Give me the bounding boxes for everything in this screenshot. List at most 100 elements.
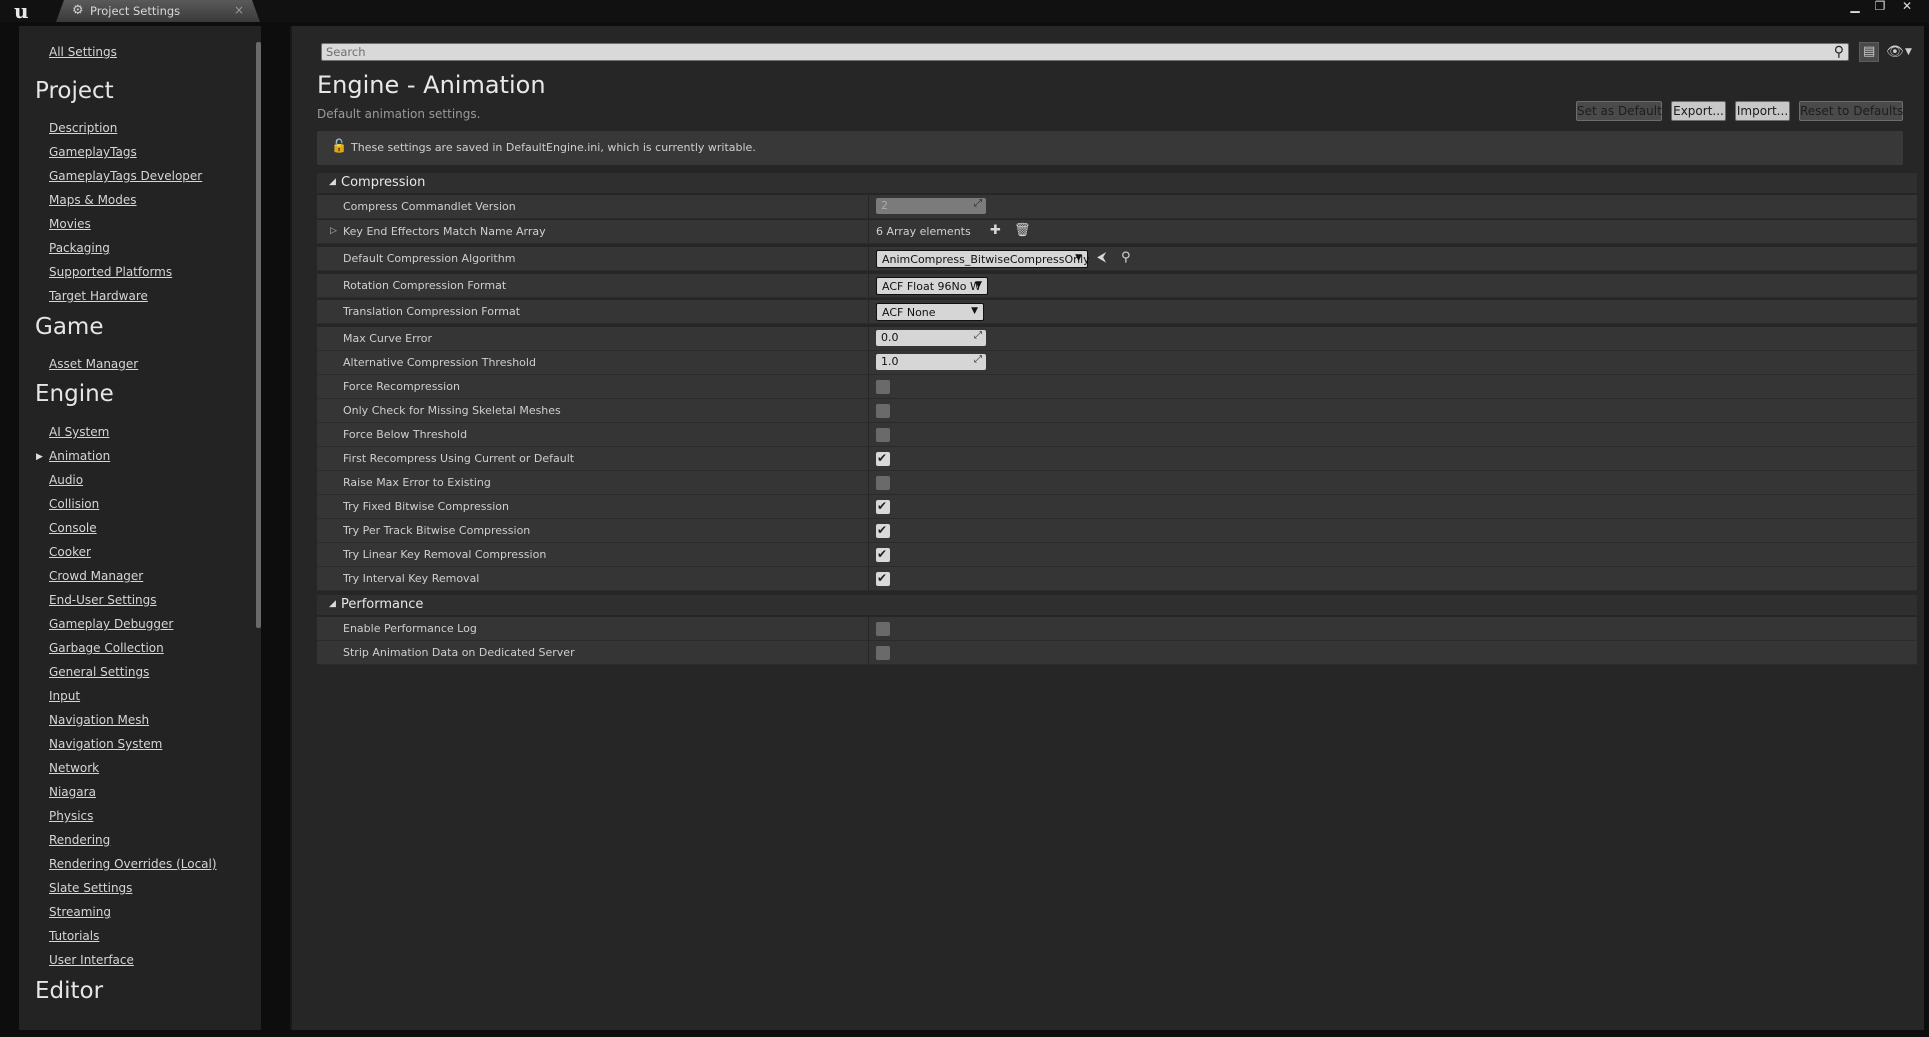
rotation-format-dropdown[interactable]: ACF Float 96No W ▼ [876, 277, 988, 295]
sidebar-item-streaming[interactable]: Streaming [49, 905, 111, 919]
max-curve-error-field[interactable]: 0.0 ⤢ [876, 330, 986, 346]
column-divider[interactable] [868, 247, 869, 270]
sidebar-item-audio[interactable]: Audio [49, 473, 83, 487]
view-options-button[interactable]: ▤ [1859, 42, 1879, 62]
maximize-button[interactable]: ❐ [1869, 0, 1891, 14]
trash-icon[interactable]: 🗑 [1014, 223, 1031, 238]
property-name: Compress Commandlet Version [343, 200, 516, 213]
export-button[interactable]: Export... [1671, 101, 1726, 121]
import-button[interactable]: Import... [1735, 101, 1790, 121]
section-header-performance[interactable]: ◢ Performance [317, 595, 1917, 615]
alt-threshold-field[interactable]: 1.0 ⤢ [876, 354, 986, 370]
column-divider[interactable] [868, 351, 869, 374]
checkbox[interactable]: ✔ [876, 547, 890, 562]
sidebar-item-physics[interactable]: Physics [49, 809, 93, 823]
sidebar-item-asset-manager[interactable]: Asset Manager [49, 357, 138, 371]
sidebar-item-slate-settings[interactable]: Slate Settings [49, 881, 132, 895]
checkbox[interactable] [876, 646, 890, 660]
sidebar-item-crowd-manager[interactable]: Crowd Manager [49, 569, 143, 583]
checkbox[interactable] [876, 380, 890, 394]
close-window-button[interactable]: ✕ [1896, 0, 1918, 14]
sidebar-item-target-hardware[interactable]: Target Hardware [49, 289, 148, 303]
sidebar-item-navigation-system[interactable]: Navigation System [49, 737, 162, 751]
column-divider[interactable] [868, 375, 869, 398]
sidebar-item-gameplay-debugger[interactable]: Gameplay Debugger [49, 617, 173, 631]
sidebar-item-supported-platforms[interactable]: Supported Platforms [49, 265, 172, 279]
browse-search-icon[interactable]: ⚲ [1121, 250, 1131, 265]
title-bar: u ⚙ Project Settings × ▁ ❐ ✕ [0, 0, 1929, 22]
sidebar-item-gameplaytags-developer[interactable]: GameplayTags Developer [49, 169, 202, 183]
translation-format-dropdown[interactable]: ACF None ▼ [876, 303, 984, 321]
sidebar-item-navigation-mesh[interactable]: Navigation Mesh [49, 713, 149, 727]
tab-project-settings[interactable]: ⚙ Project Settings × [56, 0, 260, 22]
column-divider[interactable] [868, 567, 869, 590]
column-divider[interactable] [868, 195, 869, 218]
property-row: Enable Performance Log [317, 617, 1917, 641]
sidebar-item-garbage-collection[interactable]: Garbage Collection [49, 641, 164, 655]
property-name: Max Curve Error [343, 332, 432, 345]
sidebar-item-ai-system[interactable]: AI System [49, 425, 109, 439]
checkbox[interactable]: ✔ [876, 523, 890, 538]
eye-icon[interactable]: 👁 [1886, 44, 1904, 60]
column-divider[interactable] [868, 423, 869, 446]
set-as-default-button[interactable]: Set as Default [1576, 101, 1662, 121]
chevron-down-icon: ▼ [971, 306, 978, 316]
tab-label: Project Settings [90, 4, 181, 18]
sidebar-item-tutorials[interactable]: Tutorials [49, 929, 99, 943]
sidebar-item-user-interface[interactable]: User Interface [49, 953, 134, 967]
chevron-down-icon[interactable]: ▼ [1905, 47, 1912, 57]
sidebar-item-description[interactable]: Description [49, 121, 117, 135]
sidebar-item-niagara[interactable]: Niagara [49, 785, 96, 799]
sidebar-item-general-settings[interactable]: General Settings [49, 665, 149, 679]
sidebar-item-maps-modes[interactable]: Maps & Modes [49, 193, 137, 207]
sidebar-item-gameplaytags[interactable]: GameplayTags [49, 145, 137, 159]
checkbox[interactable] [876, 622, 890, 636]
sidebar-item-end-user-settings[interactable]: End-User Settings [49, 593, 157, 607]
sidebar-item-rendering-overrides-local[interactable]: Rendering Overrides (Local) [49, 857, 217, 871]
section-header-compression[interactable]: ◢ Compression [317, 173, 1917, 193]
column-divider[interactable] [868, 519, 869, 542]
sidebar-item-animation[interactable]: Animation [49, 449, 110, 463]
sidebar-item-cooker[interactable]: Cooker [49, 545, 91, 559]
column-divider[interactable] [868, 543, 869, 566]
checkbox[interactable] [876, 404, 890, 418]
minimize-button[interactable]: ▁ [1844, 0, 1866, 14]
sidebar-item-network[interactable]: Network [49, 761, 99, 775]
checkbox[interactable] [876, 428, 890, 442]
column-divider[interactable] [868, 447, 869, 470]
checkbox[interactable]: ✔ [876, 451, 890, 466]
sidebar-item-input[interactable]: Input [49, 689, 80, 703]
column-divider[interactable] [868, 399, 869, 422]
checkbox[interactable]: ✔ [876, 499, 890, 514]
property-name: Force Below Threshold [343, 428, 468, 441]
sidebar-item-packaging[interactable]: Packaging [49, 241, 110, 255]
compression-algorithm-dropdown[interactable]: AnimCompress_BitwiseCompressOnly ▼ [876, 250, 1090, 268]
tab-close-icon[interactable]: × [234, 3, 244, 17]
sidebar-item-rendering[interactable]: Rendering [49, 833, 110, 847]
column-divider[interactable] [868, 617, 869, 640]
sidebar-item-collision[interactable]: Collision [49, 497, 99, 511]
column-divider[interactable] [868, 300, 869, 323]
sidebar-item-console[interactable]: Console [49, 521, 97, 535]
sidebar-item-all-settings[interactable]: All Settings [49, 45, 117, 59]
expand-arrow-icon[interactable]: ▷ [330, 226, 337, 236]
column-divider[interactable] [868, 495, 869, 518]
checkbox[interactable] [876, 476, 890, 490]
search-input[interactable]: Search ⚲ [321, 43, 1849, 61]
reset-to-defaults-button[interactable]: Reset to Defaults [1799, 101, 1903, 121]
property-row: Force Recompression [317, 375, 1917, 399]
resize-grip-icon: ⤢ [974, 330, 982, 341]
sidebar-scrollbar[interactable] [256, 42, 261, 628]
column-divider[interactable] [868, 641, 869, 664]
column-divider[interactable] [868, 327, 869, 350]
add-element-icon[interactable]: ✚ [990, 223, 1001, 238]
checkbox[interactable]: ✔ [876, 571, 890, 586]
property-row: Translation Compression Format ACF None ▼ [317, 300, 1917, 324]
property-row: Strip Animation Data on Dedicated Server [317, 641, 1917, 665]
property-row: First Recompress Using Current or Defaul… [317, 447, 1917, 471]
sidebar-item-movies[interactable]: Movies [49, 217, 91, 231]
column-divider[interactable] [868, 220, 869, 243]
use-selected-arrow-icon[interactable]: ⮜ [1097, 250, 1106, 265]
column-divider[interactable] [868, 471, 869, 494]
column-divider[interactable] [868, 274, 869, 297]
